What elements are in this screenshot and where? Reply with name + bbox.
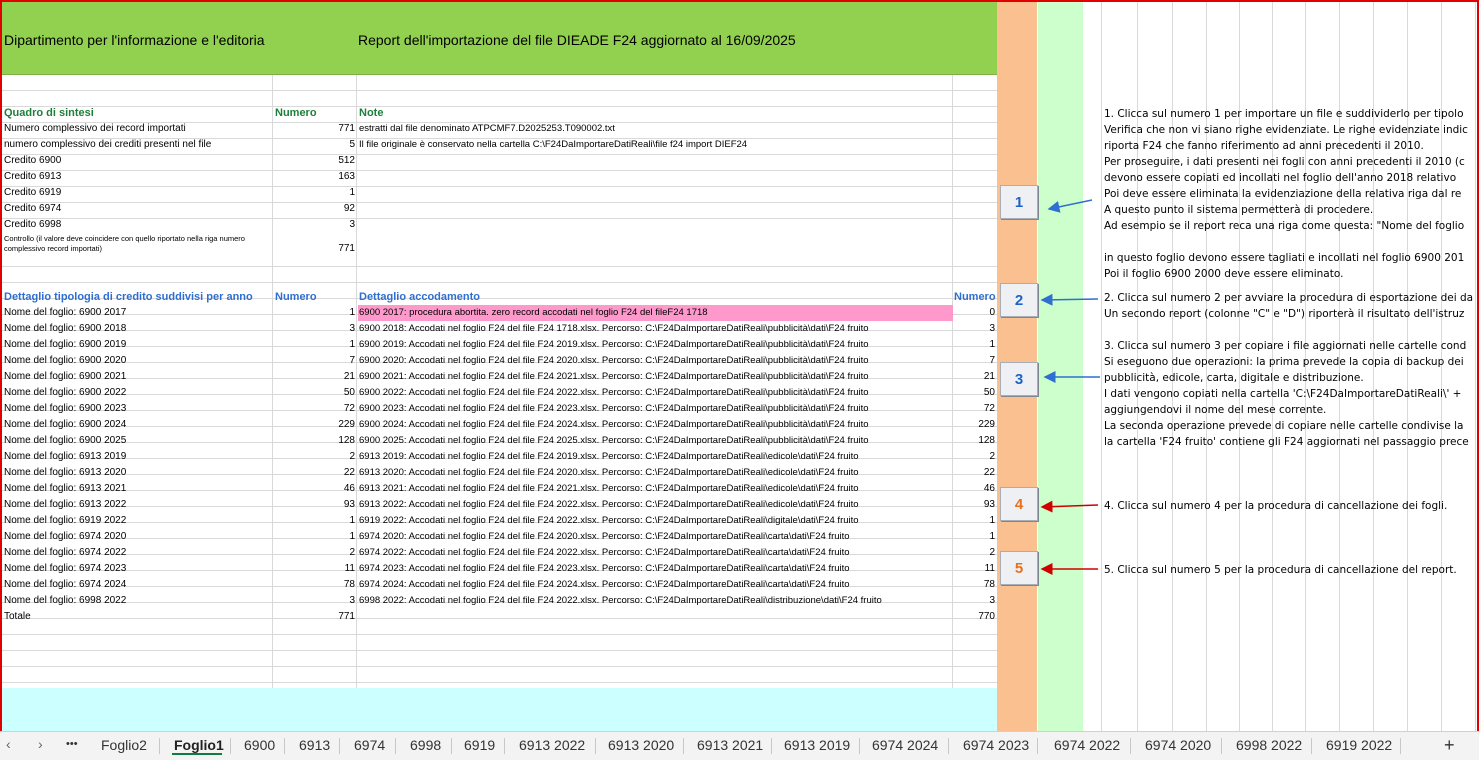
- tab-separator: [339, 738, 340, 754]
- sheet-tab[interactable]: 6913 2021: [697, 737, 763, 753]
- instruction-step1-line: Ad esempio se il report reca una riga co…: [1104, 220, 1465, 232]
- sheet-tab[interactable]: 6913: [299, 737, 330, 753]
- instruction-step3-line: La seconda operazione prevede di copiare…: [1104, 420, 1464, 432]
- sheet-tab[interactable]: 6919 2022: [1326, 737, 1392, 753]
- instruction-step1-line: devono essere copiati ed incollati nel f…: [1104, 172, 1457, 184]
- sheet-tab[interactable]: 6998: [410, 737, 441, 753]
- sheet-tab[interactable]: 6919: [464, 737, 495, 753]
- sheet-tab[interactable]: 6974 2020: [1145, 737, 1211, 753]
- instruction-step1-line: riporta F24 che fanno riferimento ad ann…: [1104, 140, 1424, 152]
- sheet-tab-bar: ‹ › ••• Foglio2 Foglio1 6900 6913 6974 6998 69…: [0, 731, 1479, 760]
- instruction-step3-line: Si eseguono due operazioni: la prima pre…: [1104, 356, 1464, 368]
- sheet-tab[interactable]: Foglio2: [101, 737, 147, 753]
- instruction-step1-line: Poi il foglio 6900 2000 deve essere elim…: [1104, 268, 1344, 280]
- tab-separator: [451, 738, 452, 754]
- sheet-tab[interactable]: 6998 2022: [1236, 737, 1302, 753]
- tab-separator: [1311, 738, 1312, 754]
- tab-separator: [284, 738, 285, 754]
- arrow-1: [1047, 199, 1093, 213]
- tab-separator: [683, 738, 684, 754]
- sheet-tab[interactable]: 6974 2024: [872, 737, 938, 753]
- scroll-right-icon[interactable]: ›: [38, 736, 43, 752]
- tab-separator: [159, 738, 160, 754]
- instruction-step1-line: Per proseguire, i dati presenti nei fogl…: [1104, 156, 1465, 168]
- instruction-step1-line: A questo punto il sistema permetterà di …: [1104, 204, 1374, 216]
- tab-separator: [948, 738, 949, 754]
- tab-separator: [1037, 738, 1038, 754]
- instruction-step1-line: in questo foglio devono essere tagliati …: [1104, 252, 1465, 264]
- instruction-step3-line: I dati vengono copiati nella cartella 'C…: [1104, 388, 1462, 400]
- instruction-step3-line: pubblicità, edicole, carta, digitale e d…: [1104, 372, 1364, 384]
- tab-separator: [1130, 738, 1131, 754]
- arrow-4: [1040, 500, 1099, 513]
- instruction-step4: 4. Clicca sul numero 4 per la procedura …: [1104, 500, 1448, 512]
- instruction-step1-line: Verifica che non vi siano righe evidenzi…: [1104, 124, 1468, 136]
- tab-separator: [504, 738, 505, 754]
- tab-separator: [1221, 738, 1222, 754]
- instruction-step3-line: aggiungendovi il nome del mese corrente.: [1104, 404, 1327, 416]
- sheet-tab[interactable]: 6974 2022: [1054, 737, 1120, 753]
- sheet-tab[interactable]: 6974: [354, 737, 385, 753]
- instruction-step2-line: 2. Clicca sul numero 2 per avviare la pr…: [1104, 292, 1474, 304]
- instruction-step5: 5. Clicca sul numero 5 per la procedura …: [1104, 564, 1457, 576]
- instruction-step1-line: Poi deve essere eliminata la evidenziazi…: [1104, 188, 1462, 200]
- spreadsheet-grid[interactable]: Dipartimento per l'informazione e l'edit…: [0, 0, 1479, 731]
- instruction-step2-line: Un secondo report (colonne "C" e "D") ri…: [1104, 308, 1465, 320]
- sheet-tab[interactable]: 6913 2019: [784, 737, 850, 753]
- sheet-tab[interactable]: Foglio1: [174, 737, 224, 753]
- sheet-tab[interactable]: 6913 2020: [608, 737, 674, 753]
- instruction-step1-line: 1. Clicca sul numero 1 per importare un …: [1104, 108, 1464, 120]
- tab-separator: [395, 738, 396, 754]
- active-tab-underline: [172, 753, 222, 755]
- more-sheets-icon[interactable]: •••: [66, 738, 78, 750]
- tab-separator: [595, 738, 596, 754]
- instruction-step3-line: la cartella 'F24 fruito' contiene gli F2…: [1104, 436, 1469, 448]
- tab-separator: [1400, 738, 1401, 754]
- tab-separator: [230, 738, 231, 754]
- scroll-left-icon[interactable]: ‹: [6, 736, 11, 752]
- sheet-tab[interactable]: 6913 2022: [519, 737, 585, 753]
- instruction-step3-line: 3. Clicca sul numero 3 per copiare i fil…: [1104, 340, 1467, 352]
- arrow-2: [1040, 293, 1099, 306]
- sheet-tab[interactable]: 6900: [244, 737, 275, 753]
- sheet-tab[interactable]: 6974 2023: [963, 737, 1029, 753]
- add-sheet-icon[interactable]: +: [1444, 735, 1455, 756]
- tab-separator: [859, 738, 860, 754]
- tab-separator: [771, 738, 772, 754]
